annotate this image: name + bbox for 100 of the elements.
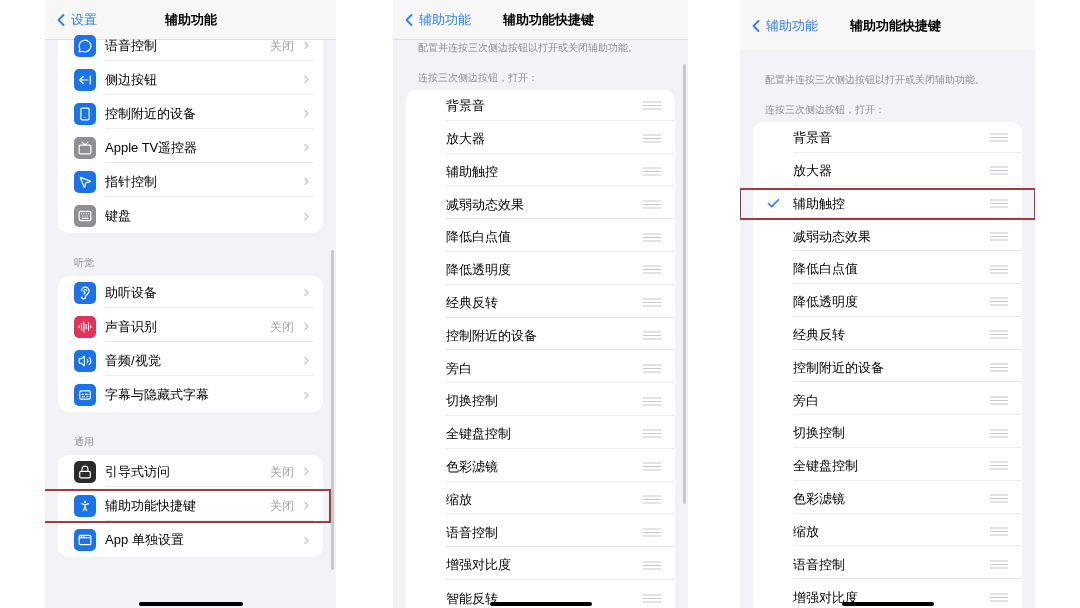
shortcut-row[interactable]: 减弱动态效果 xyxy=(740,220,1035,254)
drag-handle-icon[interactable] xyxy=(643,265,661,275)
shortcut-row[interactable]: 辅助触控 xyxy=(740,187,1035,221)
shortcut-row[interactable]: 全键盘控制 xyxy=(393,417,688,451)
settings-row[interactable]: 侧边按钮 xyxy=(45,63,331,97)
drag-handle-icon[interactable] xyxy=(990,559,1008,569)
shortcut-row[interactable]: 控制附近的设备 xyxy=(393,319,688,353)
drag-handle-icon[interactable] xyxy=(643,134,661,144)
drag-handle-icon[interactable] xyxy=(643,298,661,308)
shortcut-row[interactable]: 缩放 xyxy=(740,515,1035,549)
row-label: 背景音 xyxy=(793,129,832,148)
row-label: 背景音 xyxy=(446,97,485,116)
shortcut-row[interactable]: 降低透明度 xyxy=(393,254,688,287)
row-label: App 单独设置 xyxy=(105,531,184,550)
settings-row[interactable]: Apple TV遥控器 xyxy=(45,131,331,165)
drag-handle-icon[interactable] xyxy=(990,461,1008,471)
settings-row[interactable]: 控制附近的设备 xyxy=(45,97,331,131)
screen-title: 辅助功能 xyxy=(164,10,217,29)
shortcut-row[interactable]: 降低透明度 xyxy=(740,286,1035,319)
drag-handle-icon[interactable] xyxy=(990,593,1008,603)
drag-handle-icon[interactable] xyxy=(990,330,1008,340)
back-button[interactable]: 设置 xyxy=(51,9,97,30)
shortcut-row[interactable]: 降低白点值 xyxy=(393,221,688,254)
shortcut-row[interactable]: 色彩滤镜 xyxy=(740,482,1035,516)
settings-row[interactable]: 助听设备 xyxy=(45,276,331,310)
row-label: 切换控制 xyxy=(446,392,498,411)
shortcut-row[interactable]: 缩放 xyxy=(393,483,688,517)
row-label: 增强对比度 xyxy=(446,556,511,575)
drag-handle-icon[interactable] xyxy=(643,167,661,176)
back-button[interactable]: 辅助功能 xyxy=(399,9,471,30)
row-label: 音频/视觉 xyxy=(105,351,161,370)
shortcut-row[interactable]: 切换控制 xyxy=(740,417,1035,450)
screen-title: 辅助功能快捷键 xyxy=(503,10,594,29)
shortcut-row[interactable]: 经典反转 xyxy=(393,286,688,320)
drag-handle-icon[interactable] xyxy=(990,362,1008,372)
row-label: 语音控制 xyxy=(793,555,845,574)
drag-handle-icon[interactable] xyxy=(643,396,661,406)
drag-handle-icon[interactable] xyxy=(643,494,661,504)
drag-handle-icon[interactable] xyxy=(643,560,661,570)
row-label: 指针控制 xyxy=(105,172,157,191)
settings-row[interactable]: App 单独设置 xyxy=(45,523,331,557)
shortcut-row[interactable]: 旁白 xyxy=(393,352,688,386)
drag-handle-icon[interactable] xyxy=(990,199,1008,208)
shortcut-row[interactable]: 控制附近的设备 xyxy=(740,351,1035,385)
drag-handle-icon[interactable] xyxy=(990,264,1008,274)
shortcut-row[interactable]: 背景音 xyxy=(740,122,1035,155)
row-label: 助听设备 xyxy=(105,283,157,302)
shortcut-row[interactable]: 色彩滤镜 xyxy=(393,450,688,484)
shortcut-row[interactable]: 增强对比度 xyxy=(393,549,688,582)
row-label: 经典反转 xyxy=(793,325,845,344)
drag-handle-icon[interactable] xyxy=(990,231,1008,241)
drag-handle-icon[interactable] xyxy=(643,527,661,537)
drag-handle-icon[interactable] xyxy=(643,101,661,111)
shortcut-row[interactable]: 背景音 xyxy=(393,90,688,123)
shortcut-row[interactable]: 全键盘控制 xyxy=(740,449,1035,483)
drag-handle-icon[interactable] xyxy=(990,166,1008,176)
drag-handle-icon[interactable] xyxy=(990,526,1008,536)
shortcut-row[interactable]: 放大器 xyxy=(393,122,688,156)
row-label: 全键盘控制 xyxy=(793,457,858,476)
shortcut-row[interactable]: 旁白 xyxy=(740,384,1035,418)
drag-handle-icon[interactable] xyxy=(643,363,661,373)
drag-handle-icon[interactable] xyxy=(643,462,661,472)
settings-row[interactable]: 语音控制 关闭 xyxy=(45,29,331,63)
drag-handle-icon[interactable] xyxy=(990,133,1008,143)
list-subheader: 连按三次侧边按钮，打开： xyxy=(417,71,539,85)
drag-handle-icon[interactable] xyxy=(990,297,1008,307)
settings-row[interactable]: 辅助功能快捷键 关闭 xyxy=(45,489,331,523)
settings-row[interactable]: 引导式访问 关闭 xyxy=(45,455,331,489)
settings-row[interactable]: 字幕与隐藏式字幕 xyxy=(45,378,331,412)
row-label: 控制附近的设备 xyxy=(446,326,537,345)
drag-handle-icon[interactable] xyxy=(990,494,1008,504)
settings-row[interactable]: 键盘 xyxy=(45,199,331,233)
shortcut-row[interactable]: 切换控制 xyxy=(393,385,688,418)
row-value: 关闭 xyxy=(270,497,294,515)
drag-handle-icon[interactable] xyxy=(643,593,661,603)
shortcut-row[interactable]: 语音控制 xyxy=(740,548,1035,582)
shortcut-row[interactable]: 放大器 xyxy=(740,154,1035,188)
back-button[interactable]: 辅助功能 xyxy=(746,16,818,36)
drag-handle-icon[interactable] xyxy=(990,428,1008,438)
row-label: 减弱动态效果 xyxy=(793,227,871,246)
shortcut-row[interactable]: 减弱动态效果 xyxy=(393,188,688,222)
settings-row[interactable]: 指针控制 xyxy=(45,165,331,199)
row-value: 关闭 xyxy=(270,37,294,55)
shortcut-row[interactable]: 降低白点值 xyxy=(740,253,1035,286)
drag-handle-icon[interactable] xyxy=(643,330,661,340)
drag-handle-icon[interactable] xyxy=(990,395,1008,405)
drag-handle-icon[interactable] xyxy=(643,232,661,242)
drag-handle-icon[interactable] xyxy=(643,429,661,439)
row-label: 引导式访问 xyxy=(105,462,170,481)
row-label: 放大器 xyxy=(793,161,832,180)
shortcut-row[interactable]: 辅助触控 xyxy=(393,155,688,189)
drag-handle-icon[interactable] xyxy=(643,199,661,209)
description-text: 配置并连按三次侧边按钮以打开或关闭辅助功能。 xyxy=(417,41,639,55)
row-value: 关闭 xyxy=(270,318,294,336)
list-subheader: 连按三次侧边按钮，打开： xyxy=(764,103,886,117)
row-label: 放大器 xyxy=(446,129,485,148)
settings-row[interactable]: 音频/视觉 xyxy=(45,344,331,378)
shortcut-row[interactable]: 经典反转 xyxy=(740,318,1035,352)
shortcut-row[interactable]: 语音控制 xyxy=(393,516,688,550)
settings-row[interactable]: 声音识别 关闭 xyxy=(45,310,331,344)
